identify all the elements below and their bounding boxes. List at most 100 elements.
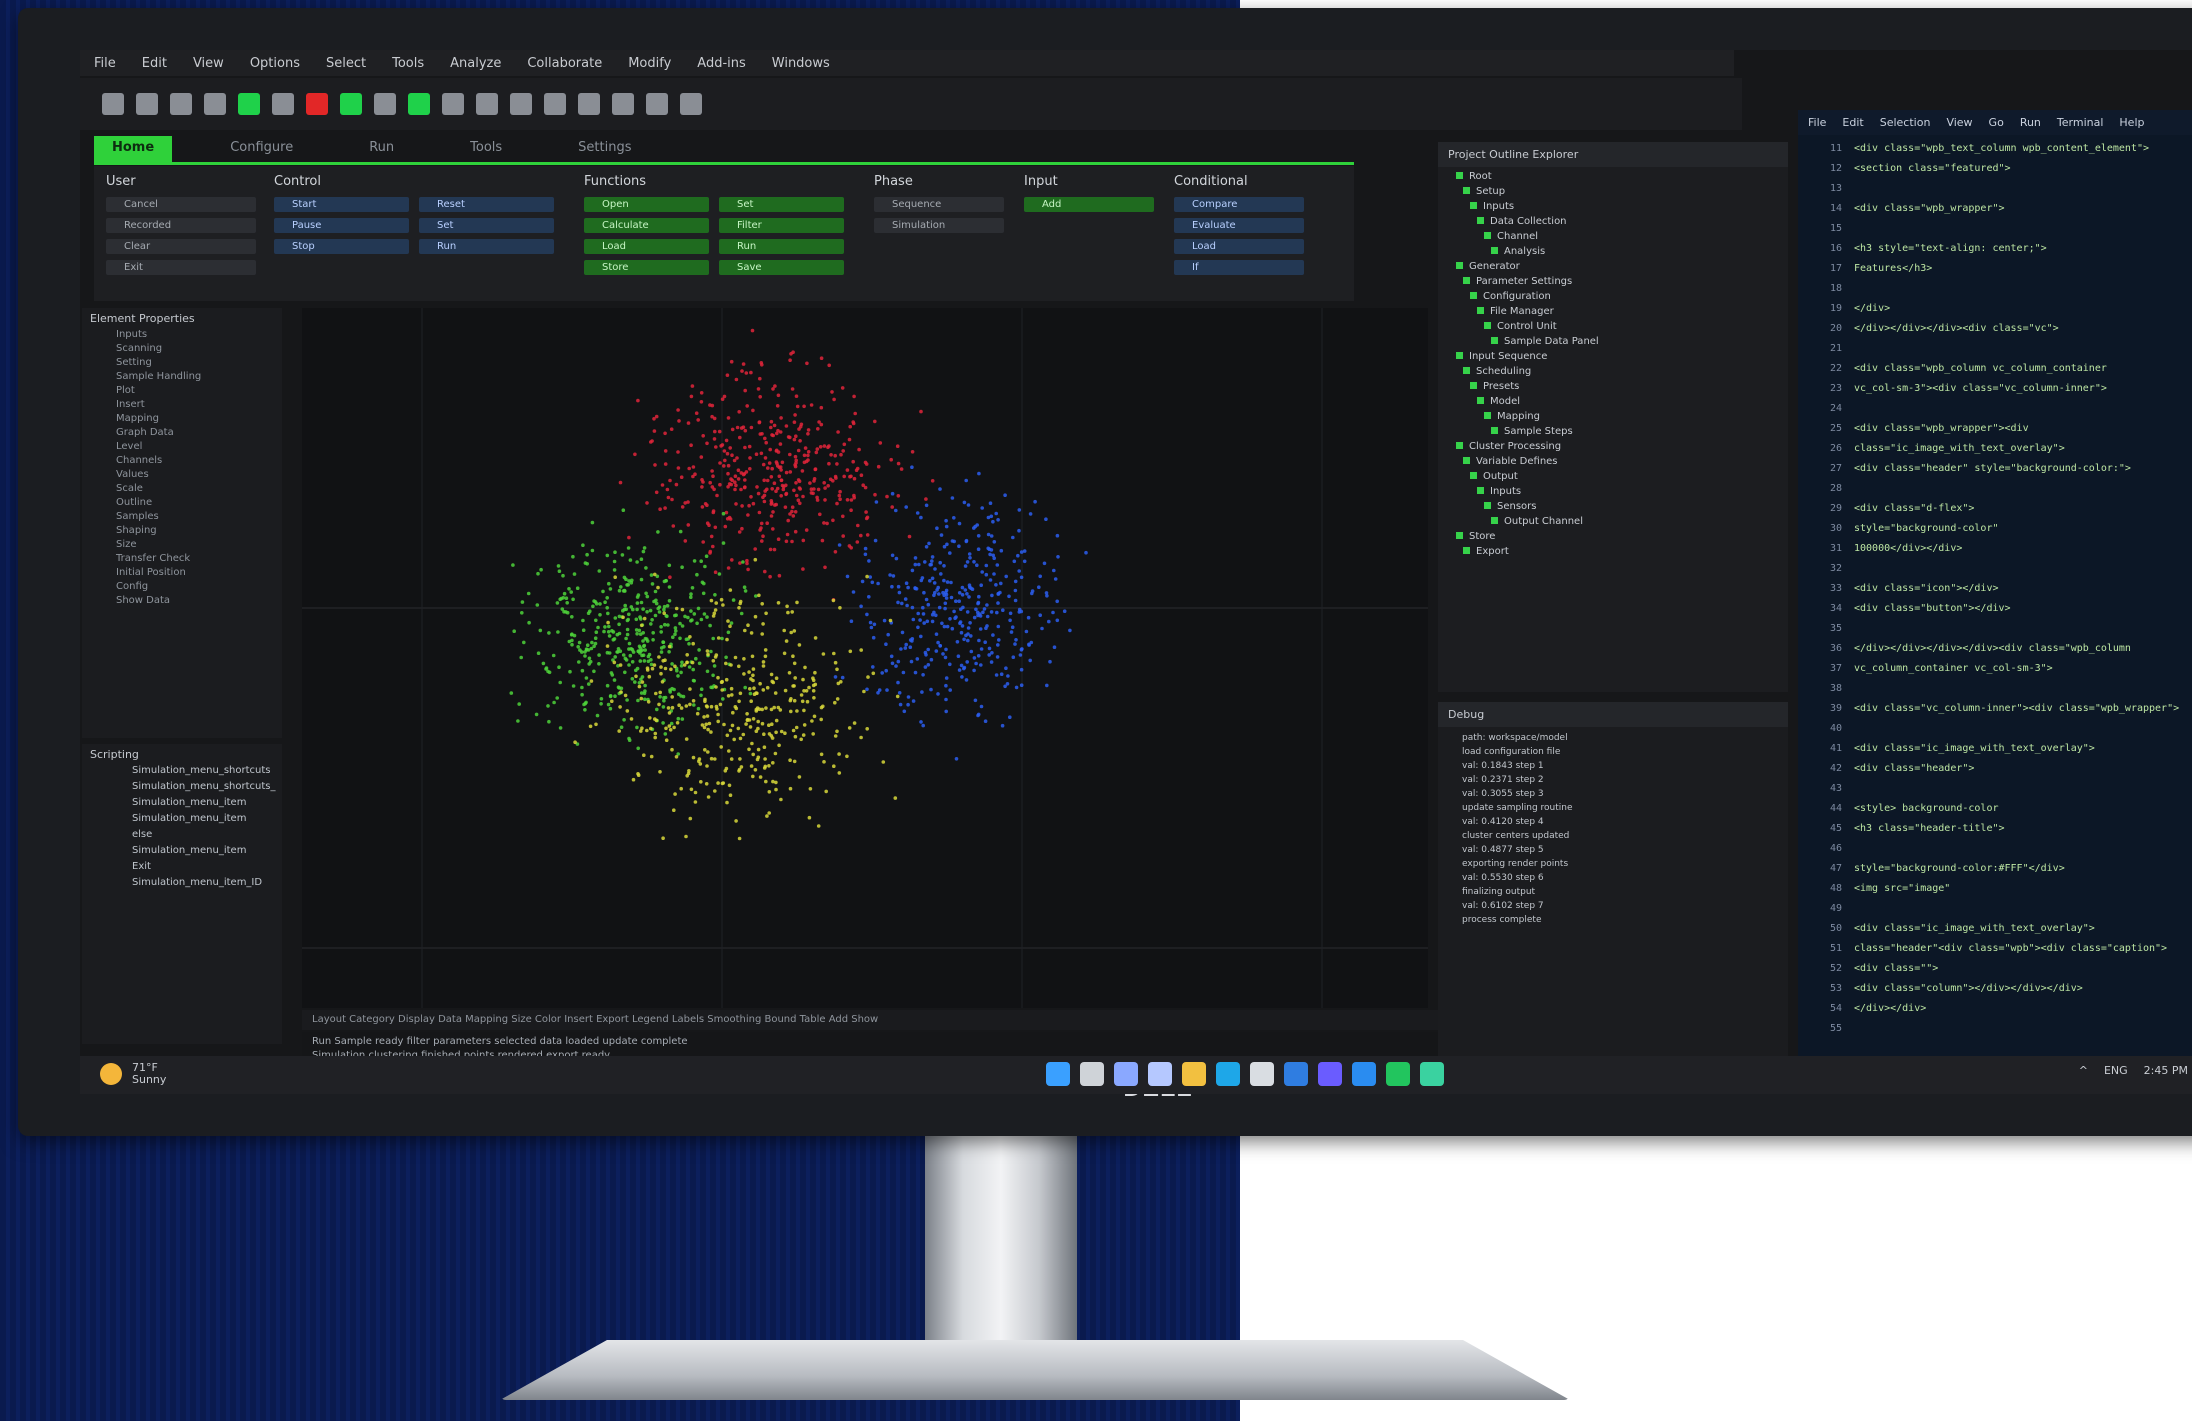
tree-item[interactable]: Initial Position — [82, 567, 282, 581]
ribbon-button[interactable]: Store — [584, 260, 709, 275]
ribbon-button[interactable]: Load — [1174, 239, 1304, 254]
ribbon-button[interactable]: Evaluate — [1174, 218, 1304, 233]
task-view-icon[interactable] — [1114, 1062, 1138, 1086]
arrow-left-icon[interactable] — [544, 93, 566, 115]
outline-item[interactable]: Sensors — [1456, 501, 1788, 516]
ribbon-button[interactable]: Simulation — [874, 218, 1004, 233]
menu-tools[interactable]: Tools — [392, 56, 424, 71]
editor-menu-file[interactable]: File — [1808, 116, 1826, 129]
tree-item[interactable]: Inputs — [82, 329, 282, 343]
browser-icon[interactable] — [1216, 1062, 1240, 1086]
refresh-icon[interactable] — [340, 93, 362, 115]
outline-item[interactable]: Export — [1456, 546, 1788, 561]
tree-item[interactable]: Mapping — [82, 413, 282, 427]
ribbon-button[interactable]: Recorded — [106, 218, 256, 233]
outline-item[interactable]: Output Channel — [1456, 516, 1788, 531]
save-icon[interactable] — [170, 93, 192, 115]
tree-item[interactable]: Graph Data — [82, 427, 282, 441]
open-icon[interactable] — [136, 93, 158, 115]
menu-edit[interactable]: Edit — [142, 56, 167, 71]
menu-analyze[interactable]: Analyze — [450, 56, 501, 71]
app-icon[interactable] — [1386, 1062, 1410, 1086]
app-icon[interactable] — [1318, 1062, 1342, 1086]
menu-file[interactable]: File — [94, 56, 116, 71]
menu-options[interactable]: Options — [250, 56, 300, 71]
outline-item[interactable]: Channel — [1456, 231, 1788, 246]
ribbon-button[interactable]: Run — [419, 239, 554, 254]
tab-home[interactable]: Home — [94, 136, 173, 162]
outline-item[interactable]: Variable Defines — [1456, 456, 1788, 471]
zoom-icon[interactable] — [510, 93, 532, 115]
ribbon-button[interactable]: Open — [584, 197, 709, 212]
tab-configure[interactable]: Configure — [212, 136, 311, 162]
outline-item[interactable]: Presets — [1456, 381, 1788, 396]
tree-item[interactable]: Size — [82, 539, 282, 553]
tree-item[interactable]: Transfer Check — [82, 553, 282, 567]
ribbon-button[interactable]: Set — [419, 218, 554, 233]
build-icon[interactable] — [408, 93, 430, 115]
outline-item[interactable]: Scheduling — [1456, 366, 1788, 381]
home-icon[interactable] — [102, 93, 124, 115]
arrow-right-icon[interactable] — [578, 93, 600, 115]
ribbon-button[interactable]: Run — [719, 239, 844, 254]
undo-icon[interactable] — [442, 93, 464, 115]
outline-item[interactable]: Model — [1456, 396, 1788, 411]
tree-item[interactable]: Plot — [82, 385, 282, 399]
tray-language[interactable]: ENG — [2104, 1064, 2128, 1077]
outline-item[interactable]: Data Collection — [1456, 216, 1788, 231]
outline-item[interactable]: Inputs — [1456, 486, 1788, 501]
menu-addins[interactable]: Add-ins — [697, 56, 745, 71]
editor-menu-selection[interactable]: Selection — [1880, 116, 1931, 129]
tree-item[interactable]: Insert — [82, 399, 282, 413]
chat-icon[interactable] — [1148, 1062, 1172, 1086]
outline-item[interactable]: Analysis — [1456, 246, 1788, 261]
ribbon-button[interactable]: Sequence — [874, 197, 1004, 212]
ribbon-button[interactable]: Add — [1024, 197, 1154, 212]
outline-item[interactable]: Mapping — [1456, 411, 1788, 426]
stop-icon[interactable] — [306, 93, 328, 115]
ribbon-button[interactable]: Compare — [1174, 197, 1304, 212]
redo-icon[interactable] — [476, 93, 498, 115]
play-icon[interactable] — [238, 93, 260, 115]
outline-item[interactable]: Inputs — [1456, 201, 1788, 216]
editor-menu-run[interactable]: Run — [2020, 116, 2041, 129]
store-icon[interactable] — [1250, 1062, 1274, 1086]
tree-item[interactable]: Sample Handling — [82, 371, 282, 385]
menu-view[interactable]: View — [193, 56, 224, 71]
tree-item[interactable]: Setting — [82, 357, 282, 371]
info-icon[interactable] — [646, 93, 668, 115]
outline-item[interactable]: Setup — [1456, 186, 1788, 201]
grid-icon[interactable] — [204, 93, 226, 115]
outline-item[interactable]: Generator — [1456, 261, 1788, 276]
pointer-icon[interactable] — [374, 93, 396, 115]
outline-item[interactable]: Parameter Settings — [1456, 276, 1788, 291]
editor-menu-help[interactable]: Help — [2119, 116, 2144, 129]
tree-item[interactable]: Config — [82, 581, 282, 595]
tab-settings[interactable]: Settings — [560, 136, 649, 162]
outline-item[interactable]: Store — [1456, 531, 1788, 546]
tray-chevron-icon[interactable]: ^ — [2079, 1064, 2088, 1077]
layout-icon[interactable] — [680, 93, 702, 115]
tree-item[interactable]: Scanning — [82, 343, 282, 357]
menu-modify[interactable]: Modify — [628, 56, 671, 71]
folder-icon[interactable] — [1182, 1062, 1206, 1086]
outline-item[interactable]: Configuration — [1456, 291, 1788, 306]
pause-icon[interactable] — [272, 93, 294, 115]
tree-item[interactable]: Show Data — [82, 595, 282, 609]
outline-item[interactable]: Sample Steps — [1456, 426, 1788, 441]
editor-menu-edit[interactable]: Edit — [1842, 116, 1863, 129]
tray-clock[interactable]: 2:45 PM — [2144, 1064, 2188, 1077]
ribbon-button[interactable]: Filter — [719, 218, 844, 233]
ribbon-button[interactable]: Save — [719, 260, 844, 275]
outline-item[interactable]: Root — [1456, 171, 1788, 186]
menu-select[interactable]: Select — [326, 56, 366, 71]
tree-item[interactable]: Samples — [82, 511, 282, 525]
weather-widget[interactable]: 71°F Sunny — [100, 1062, 166, 1086]
tree-item[interactable]: Level — [82, 441, 282, 455]
tree-item[interactable]: Values — [82, 469, 282, 483]
settings-icon[interactable] — [612, 93, 634, 115]
outline-item[interactable]: Control Unit — [1456, 321, 1788, 336]
scatter-plot-area[interactable] — [302, 308, 1428, 1008]
tree-item[interactable]: Outline — [82, 497, 282, 511]
ribbon-button[interactable]: If — [1174, 260, 1304, 275]
